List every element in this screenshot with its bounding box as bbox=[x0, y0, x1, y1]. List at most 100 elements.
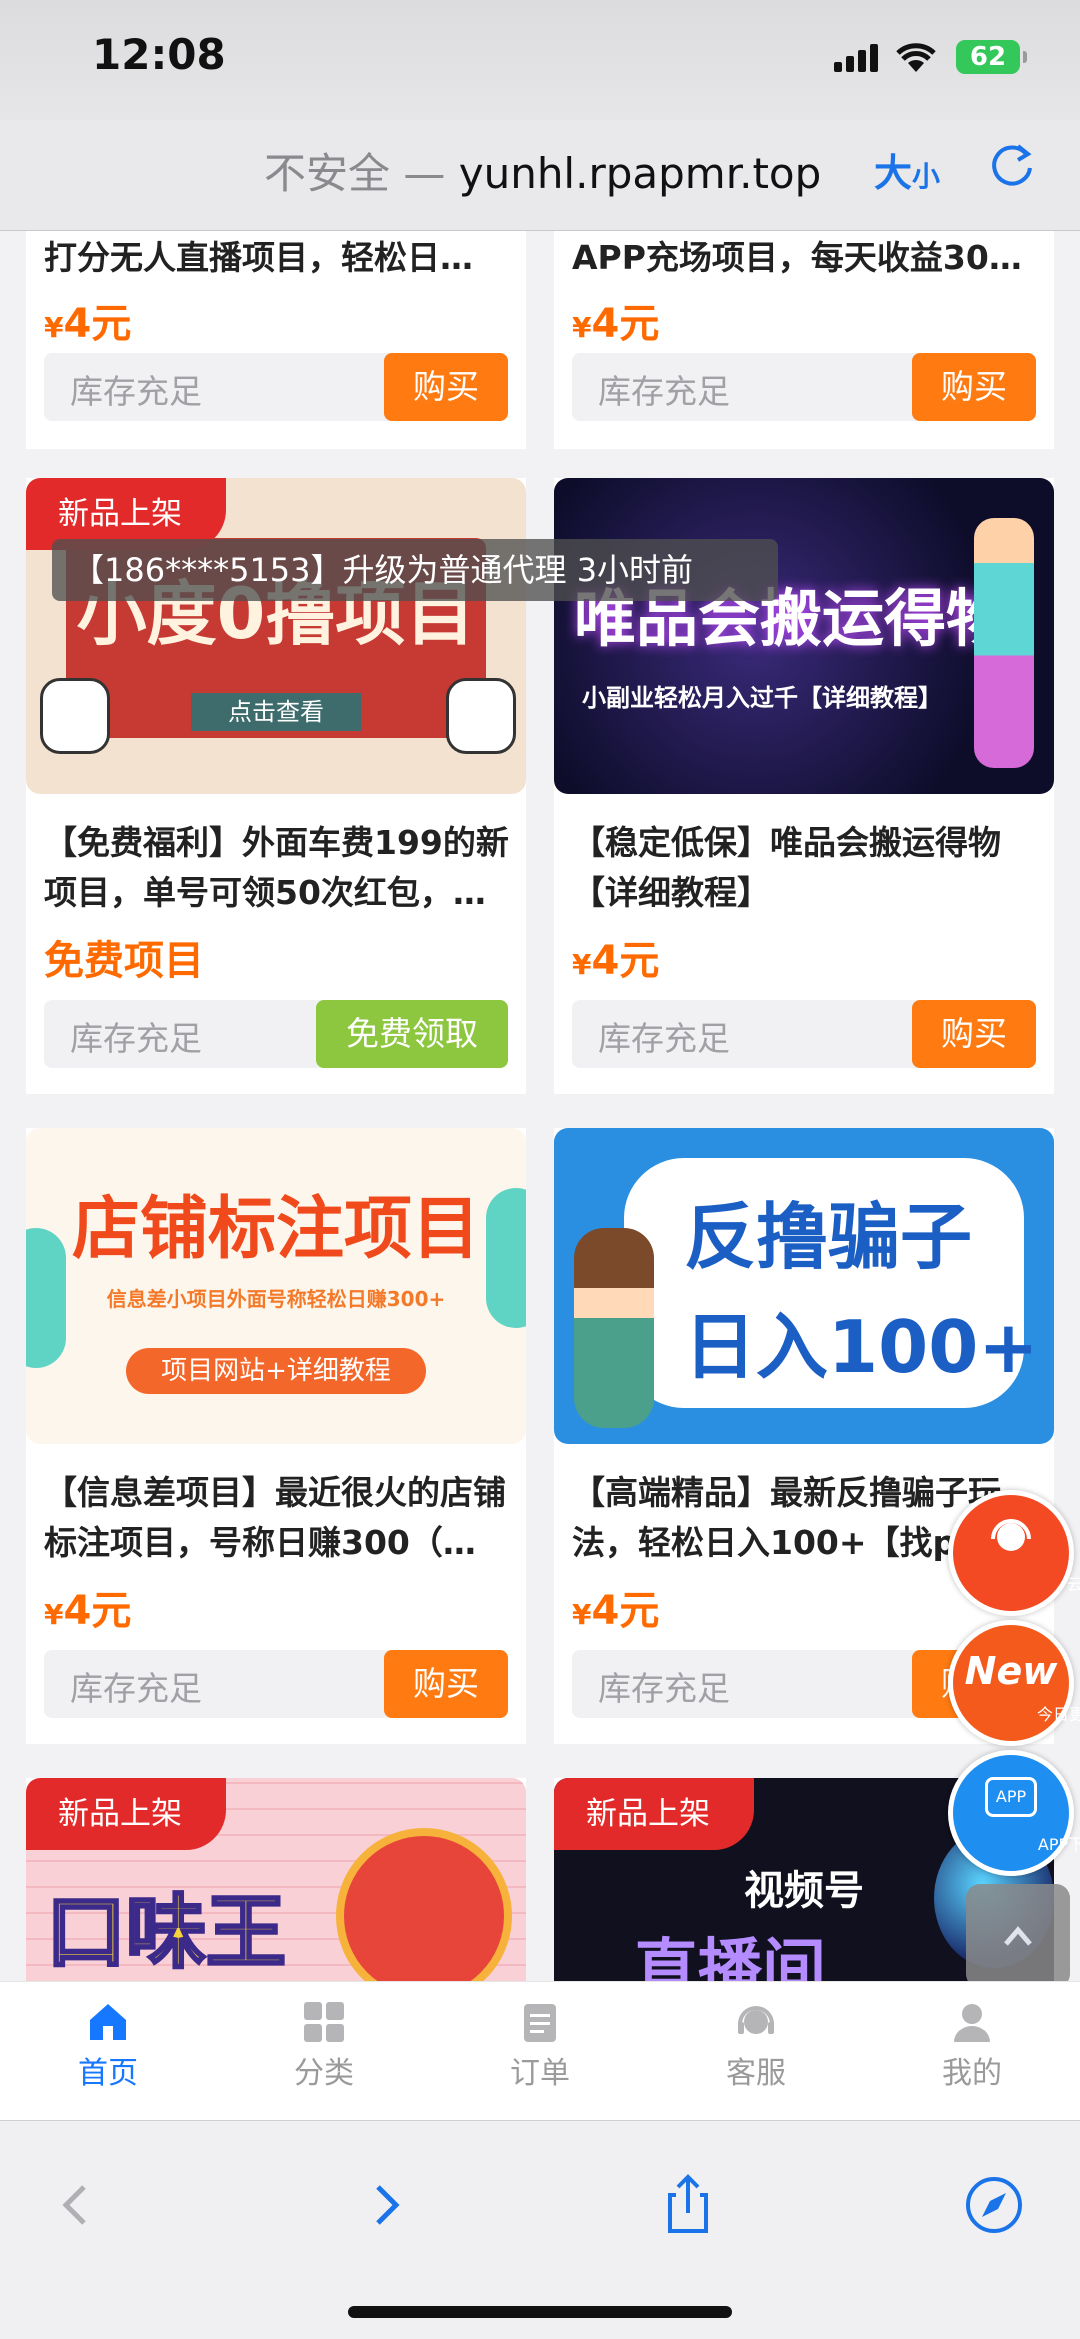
insecure-label: 不安全 bbox=[264, 149, 391, 198]
product-feed[interactable]: 打分无人直播项目，轻松日… ¥4元 库存充足 购买 APP充场项目，每天收益30… bbox=[0, 231, 1080, 1981]
stock-bar: 库存充足 购买 bbox=[44, 353, 508, 421]
bottom-tab-bar: 首页 分类 订单 客服 我的 bbox=[0, 1981, 1080, 2120]
back-to-top-button[interactable] bbox=[966, 1884, 1070, 1988]
app-download-button[interactable]: APP APP下载 bbox=[948, 1750, 1080, 1876]
text-size-button[interactable]: 大小 bbox=[874, 142, 940, 197]
image-title: 视频号 bbox=[744, 1868, 864, 1914]
app-download-label: APP下载 bbox=[1037, 1835, 1080, 1854]
reload-icon[interactable] bbox=[984, 138, 1040, 194]
image-title: 口味王 bbox=[45, 1885, 288, 1981]
product-image: 店铺标注项目 信息差小项目外面号称轻松日赚300+ 项目网站+详细教程 bbox=[26, 1128, 526, 1444]
url-display[interactable]: 不安全 — yunhl.rpapmr.top bbox=[264, 140, 821, 201]
order-icon bbox=[524, 2004, 556, 2042]
product-image: 口味王 新品上架 bbox=[26, 1778, 526, 1981]
address-bar[interactable]: 不安全 — yunhl.rpapmr.top 大小 bbox=[0, 120, 1080, 231]
product-price: 免费项目 bbox=[44, 938, 204, 984]
image-subtitle: 小副业轻松月入过千【详细教程】 bbox=[582, 684, 942, 712]
chevron-up-icon bbox=[1004, 1926, 1032, 1946]
tab-support[interactable]: 客服 bbox=[686, 2000, 826, 2092]
product-title: 打分无人直播项目，轻松日… bbox=[44, 238, 473, 277]
daily-update-button[interactable]: New 今日更新 bbox=[948, 1620, 1080, 1746]
image-subtitle: 日入100+ bbox=[684, 1305, 1039, 1389]
product-image: 小度0撸项目 点击查看 新品上架 bbox=[26, 478, 526, 794]
price-value: 4元 bbox=[63, 301, 132, 347]
image-subtitle: 信息差小项目外面号称轻松日赚300+ bbox=[106, 1287, 446, 1311]
stock-status: 库存充足 bbox=[598, 372, 730, 411]
product-price: ¥4元 bbox=[572, 928, 659, 986]
price-value: 4元 bbox=[63, 1588, 132, 1634]
url-separator: — bbox=[390, 149, 459, 198]
text-size-big: 大 bbox=[874, 151, 913, 195]
image-title: 反撸骗子 bbox=[684, 1195, 973, 1279]
cloud-robot-button[interactable]: 云机器人 bbox=[948, 1490, 1080, 1616]
product-price: ¥4元 bbox=[44, 1578, 131, 1636]
tab-orders[interactable]: 订单 bbox=[470, 2000, 610, 2092]
tab-label: 我的 bbox=[942, 2056, 1002, 2091]
stock-status: 库存充足 bbox=[598, 1019, 730, 1058]
share-icon[interactable] bbox=[648, 2165, 728, 2245]
product-card[interactable]: APP充场项目，每天收益30… ¥4元 库存充足 购买 bbox=[554, 231, 1054, 449]
product-title: 【信息差项目】最近很火的店铺标注项目，号称日赚300（… bbox=[44, 1473, 506, 1562]
home-indicator bbox=[348, 2306, 732, 2318]
price-symbol: ¥ bbox=[572, 311, 592, 344]
stock-bar: 库存充足 免费领取 bbox=[44, 1000, 508, 1068]
stock-bar: 库存充足 购买 bbox=[44, 1650, 508, 1718]
product-title: APP充场项目，每天收益30… bbox=[572, 238, 1022, 277]
decorative-tree bbox=[26, 1228, 66, 1368]
buy-button[interactable]: 购买 bbox=[912, 353, 1036, 421]
free-claim-button[interactable]: 免费领取 bbox=[316, 1000, 508, 1068]
new-badge-icon: New bbox=[964, 1649, 1058, 1693]
support-icon bbox=[738, 2006, 774, 2034]
tab-label: 首页 bbox=[78, 2056, 138, 2091]
app-download-icon: APP bbox=[985, 1777, 1037, 1817]
battery-icon: 62 bbox=[956, 40, 1027, 74]
back-icon[interactable] bbox=[36, 2165, 116, 2245]
spinning-wheel bbox=[336, 1828, 512, 1981]
category-icon bbox=[304, 2002, 344, 2042]
buy-button[interactable]: 购买 bbox=[912, 1000, 1036, 1068]
stock-status: 库存充足 bbox=[598, 1669, 730, 1708]
cloud-robot-label: 云机器人 bbox=[1066, 1575, 1080, 1594]
stock-status: 库存充足 bbox=[70, 372, 202, 411]
buy-button[interactable]: 购买 bbox=[384, 1650, 508, 1718]
stock-status: 库存充足 bbox=[70, 1019, 202, 1058]
image-subtitle: 直播间 bbox=[634, 1933, 826, 1981]
tab-label: 订单 bbox=[510, 2056, 570, 2091]
compass-icon[interactable] bbox=[954, 2165, 1034, 2245]
price-value: 4元 bbox=[591, 301, 660, 347]
forward-icon[interactable] bbox=[346, 2165, 426, 2245]
tab-label: 客服 bbox=[726, 2056, 786, 2091]
product-card[interactable]: 店铺标注项目 信息差小项目外面号称轻松日赚300+ 项目网站+详细教程 【信息差… bbox=[26, 1128, 526, 1744]
decorative-tree bbox=[486, 1188, 526, 1328]
tab-category[interactable]: 分类 bbox=[254, 2000, 394, 2092]
price-value: 4元 bbox=[591, 1588, 660, 1634]
image-button: 项目网站+详细教程 bbox=[126, 1348, 426, 1394]
wifi-icon bbox=[896, 43, 936, 72]
tab-profile[interactable]: 我的 bbox=[902, 2000, 1042, 2092]
stock-bar: 库存充足 购买 bbox=[572, 353, 1036, 421]
text-size-small: 小 bbox=[912, 160, 941, 193]
product-title: 【免费福利】外面车费199的新项目，单号可领50次红包，… bbox=[44, 823, 509, 912]
image-subtitle: 点击查看 bbox=[191, 693, 361, 731]
pointing-hand-icon bbox=[40, 678, 110, 754]
image-title: 店铺标注项目 bbox=[71, 1190, 480, 1269]
price-symbol: ¥ bbox=[572, 1598, 592, 1631]
product-price: ¥4元 bbox=[572, 291, 659, 349]
tab-home[interactable]: 首页 bbox=[38, 2000, 178, 2092]
daily-update-label: 今日更新 bbox=[1036, 1705, 1080, 1724]
status-bar: 12:08 62 bbox=[0, 0, 1080, 120]
price-value: 4元 bbox=[591, 938, 660, 984]
product-price: ¥4元 bbox=[572, 1578, 659, 1636]
girl-figure bbox=[574, 1228, 654, 1428]
cellular-signal-icon bbox=[834, 44, 880, 72]
buy-button[interactable]: 购买 bbox=[384, 353, 508, 421]
product-card[interactable]: 打分无人直播项目，轻松日… ¥4元 库存充足 购买 bbox=[26, 231, 526, 449]
product-card[interactable]: 口味王 新品上架 bbox=[26, 1778, 526, 1981]
product-image: 唯品会搬运得物 小副业轻松月入过千【详细教程】 bbox=[554, 478, 1054, 794]
notification-toast: 【186****5153】升级为普通代理 3小时前 bbox=[52, 539, 778, 601]
home-icon bbox=[90, 2004, 126, 2040]
dancer-figure bbox=[974, 518, 1034, 768]
profile-icon bbox=[954, 2004, 990, 2042]
price-symbol: ¥ bbox=[572, 948, 592, 981]
product-price: ¥4元 bbox=[44, 291, 131, 349]
